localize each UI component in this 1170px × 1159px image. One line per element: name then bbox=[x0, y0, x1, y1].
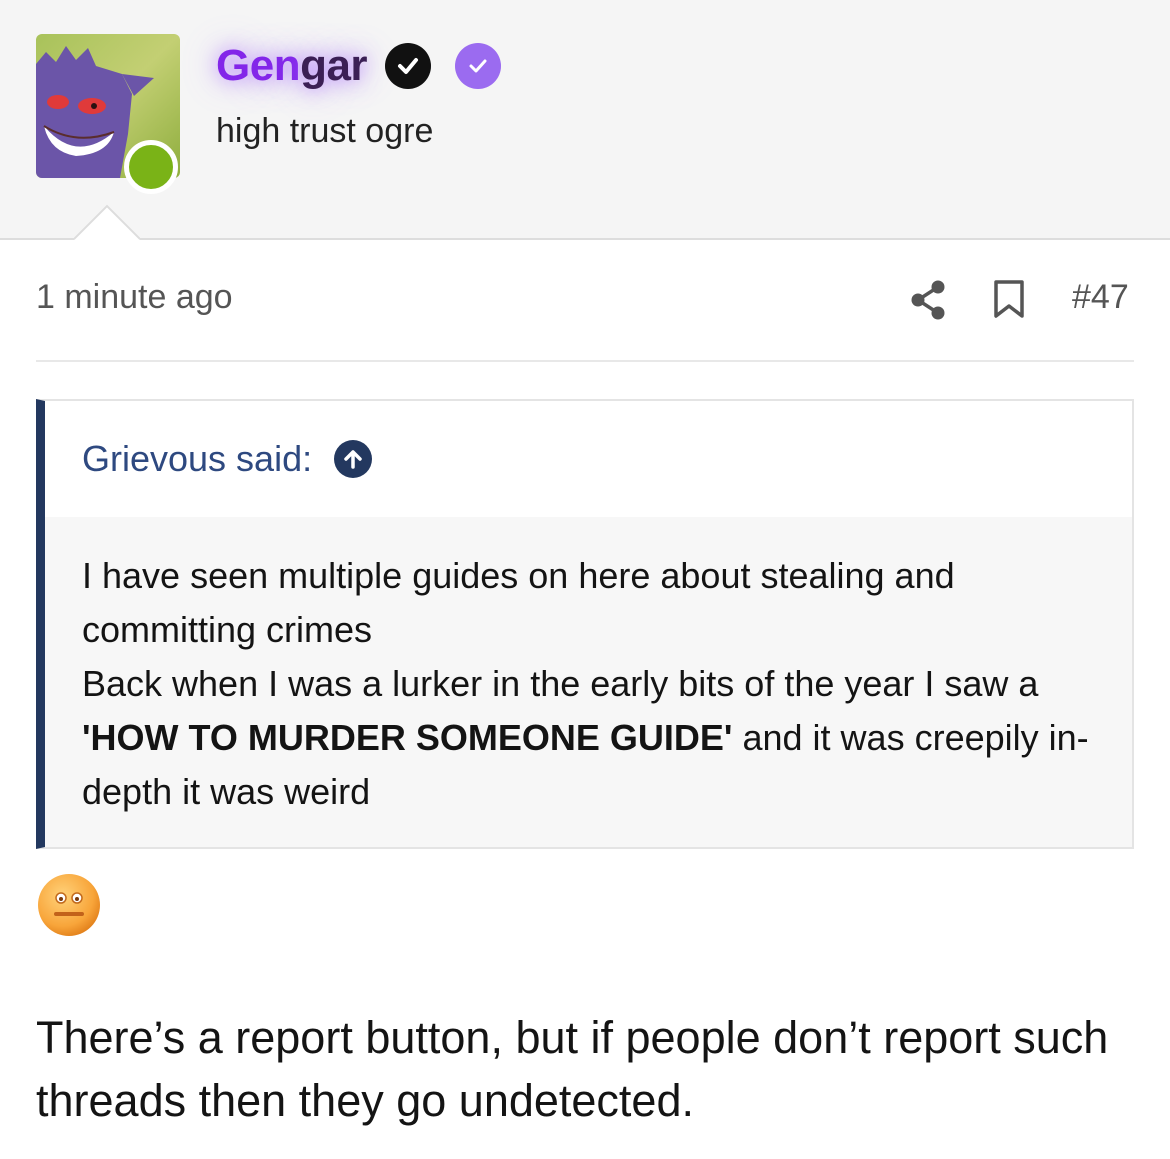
share-icon[interactable] bbox=[910, 280, 946, 320]
username-part1: Gen bbox=[216, 41, 301, 90]
username-part2: gar bbox=[300, 41, 368, 90]
reply-text: There’s a report button, but if people d… bbox=[36, 1012, 1109, 1126]
verified-badge-icon bbox=[385, 43, 432, 89]
quote-line-2-bold: 'HOW TO MURDER SOMEONE GUIDE' bbox=[82, 717, 733, 758]
quote-content: I have seen multiple guides on here abou… bbox=[45, 517, 1132, 847]
quote-line-2-start: Back when I was a lurker in the early bi… bbox=[82, 663, 1039, 704]
bookmark-icon[interactable] bbox=[994, 280, 1024, 318]
divider bbox=[36, 360, 1134, 362]
online-status-dot bbox=[124, 140, 178, 194]
neutral-face-emoji-icon bbox=[36, 872, 102, 938]
quote-header: Grievous said: bbox=[45, 401, 1132, 517]
quote-block: Grievous said: I have seen multiple guid… bbox=[36, 399, 1134, 849]
post-number-link[interactable]: #47 bbox=[1072, 278, 1129, 317]
post-timestamp[interactable]: 1 minute ago bbox=[36, 278, 233, 317]
purple-check-icon bbox=[455, 43, 502, 89]
quote-line-1: I have seen multiple guides on here abou… bbox=[82, 555, 955, 650]
quote-author[interactable]: Grievous said: bbox=[82, 438, 312, 480]
user-header: Gengar high trust ogre bbox=[0, 0, 1170, 240]
user-title: high trust ogre bbox=[216, 112, 434, 150]
username-row: Gengar bbox=[216, 38, 502, 94]
quote-line-2: Back when I was a lurker in the early bi… bbox=[82, 657, 1102, 819]
username[interactable]: Gengar bbox=[216, 41, 368, 91]
header-pointer bbox=[74, 204, 140, 240]
arrow-up-icon[interactable] bbox=[334, 440, 373, 478]
